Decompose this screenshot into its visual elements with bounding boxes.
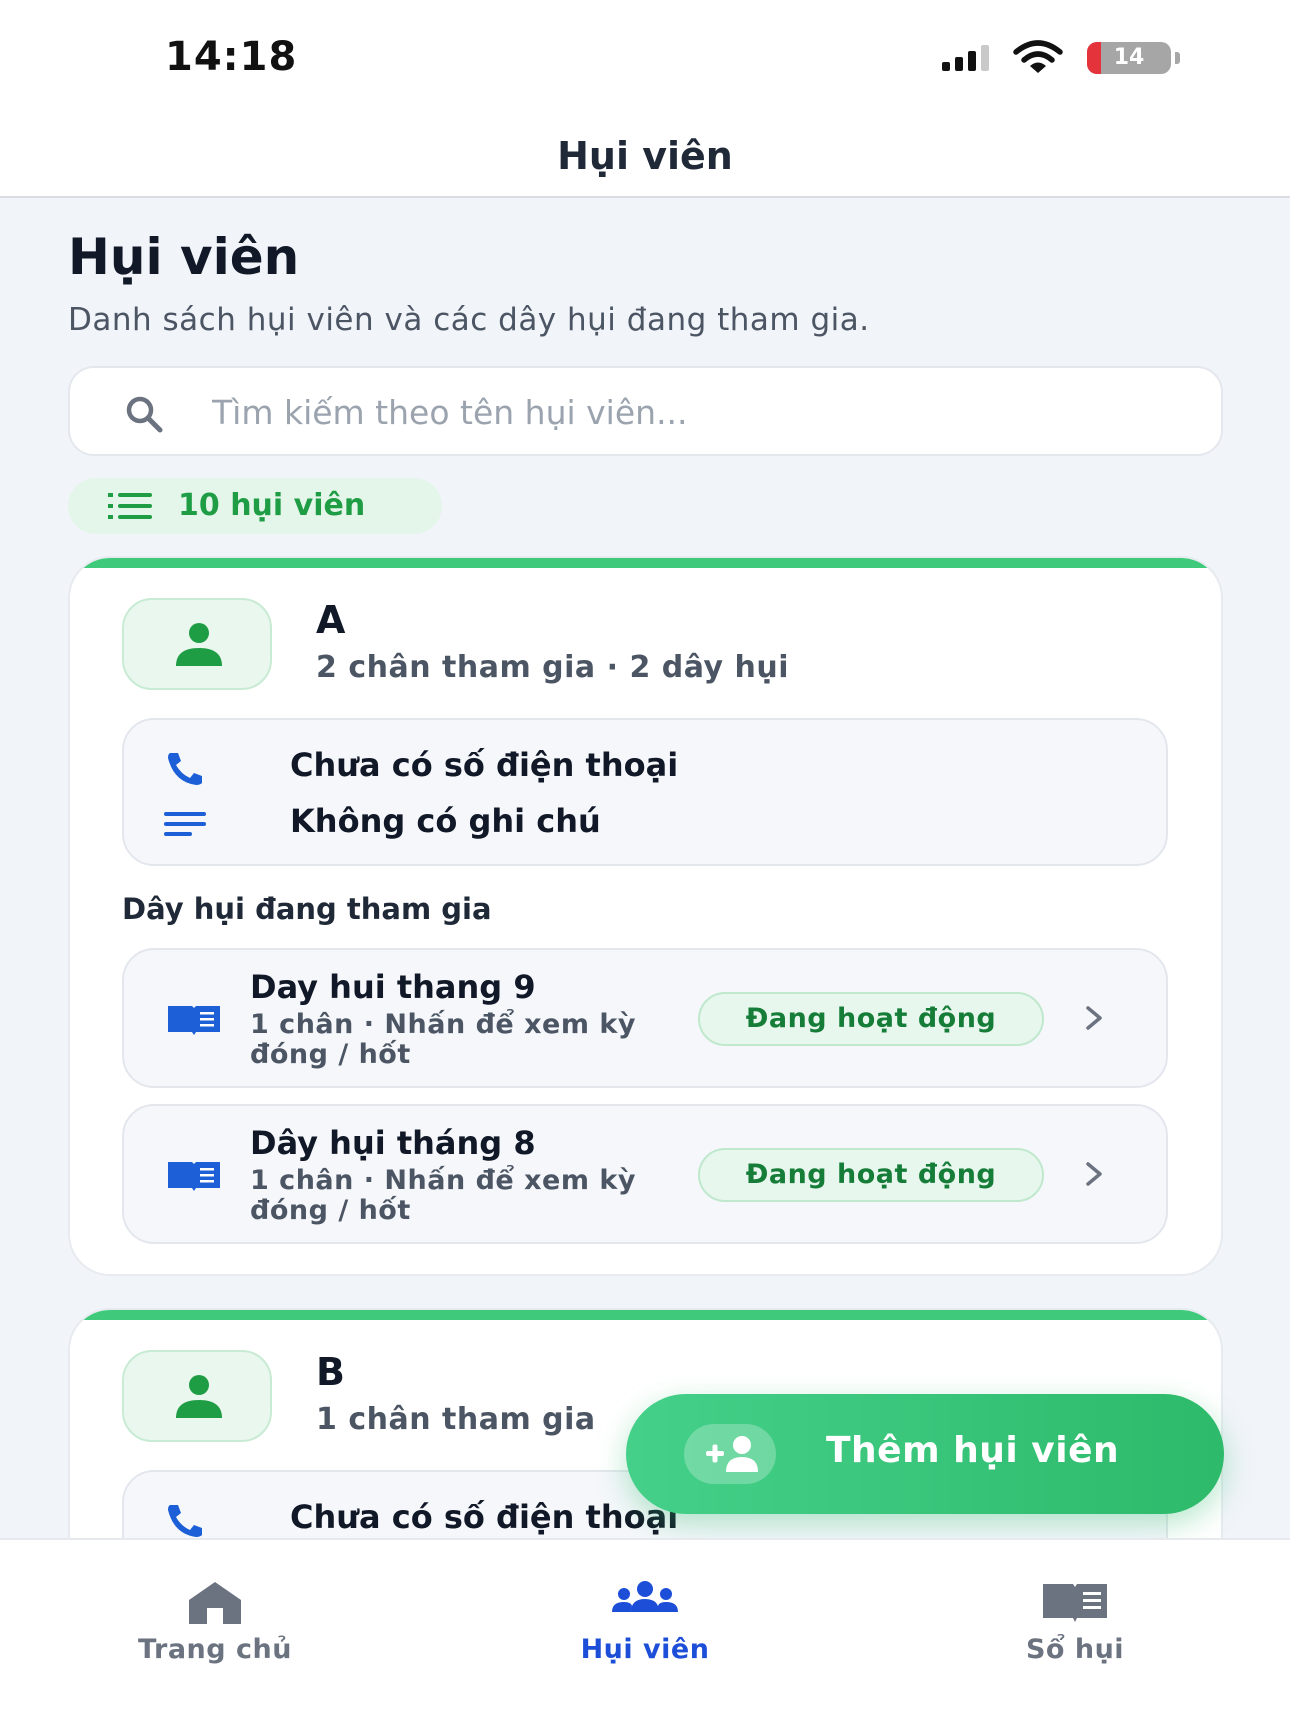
battery-tip xyxy=(1175,52,1180,64)
bottom-tab-bar: Trang chủ Hụi viên Sổ hụi xyxy=(0,1538,1290,1720)
member-count-text: 10 hụi viên xyxy=(178,488,366,523)
search-input[interactable] xyxy=(212,386,1172,438)
group-hint: 1 chân · Nhấn để xem kỳ đóng / hốt xyxy=(250,1165,636,1226)
note-text: Không có ghi chú xyxy=(290,802,601,840)
status-badge: Đang hoạt động xyxy=(698,992,1044,1046)
book-icon xyxy=(168,1162,220,1191)
member-name: B xyxy=(316,1350,345,1394)
book-icon xyxy=(168,1006,220,1035)
notes-icon xyxy=(164,812,206,836)
status-time: 14:18 xyxy=(165,34,298,80)
status-icons: 14 xyxy=(942,40,1180,76)
group-hint: 1 chân · Nhấn để xem kỳ đóng / hốt xyxy=(250,1009,636,1070)
add-member-label: Thêm hụi viên xyxy=(826,1430,1120,1471)
list-icon xyxy=(108,493,152,519)
avatar xyxy=(122,598,272,690)
fab-icon-wrap xyxy=(684,1424,776,1484)
home-icon xyxy=(189,1582,241,1624)
cellular-signal-icon xyxy=(942,45,989,71)
battery-level: 14 xyxy=(1113,45,1145,70)
members-icon xyxy=(612,1581,678,1612)
book-icon xyxy=(1043,1584,1107,1622)
group-name: Dây hụi tháng 8 xyxy=(250,1124,536,1162)
phone-text: Chưa có số điện thoại xyxy=(290,1498,679,1536)
person-icon xyxy=(176,623,222,666)
phone-text: Chưa có số điện thoại xyxy=(290,746,679,784)
tab-label: Trang chủ xyxy=(138,1634,292,1665)
group-item[interactable]: Day hui thang 9 1 chân · Nhấn để xem kỳ … xyxy=(122,948,1168,1088)
page-title: Hụi viên xyxy=(68,228,300,286)
tab-label: Sổ hụi xyxy=(1025,1634,1125,1665)
avatar xyxy=(122,1350,272,1442)
phone-icon xyxy=(168,753,202,785)
tab-home[interactable]: Trang chủ xyxy=(65,1572,365,1682)
member-meta: 1 chân tham gia xyxy=(316,1402,596,1437)
battery-icon: 14 xyxy=(1087,42,1171,74)
wifi-icon xyxy=(1013,40,1063,73)
nav-header: Hụi viên xyxy=(0,110,1290,198)
person-icon xyxy=(176,1375,222,1418)
chevron-right-icon xyxy=(1086,1006,1102,1030)
member-meta: 2 chân tham gia · 2 dây hụi xyxy=(316,650,790,685)
nav-title: Hụi viên xyxy=(557,134,733,178)
add-person-icon xyxy=(706,1436,758,1472)
group-item[interactable]: Dây hụi tháng 8 1 chân · Nhấn để xem kỳ … xyxy=(122,1104,1168,1244)
member-info-box: Chưa có số điện thoại Không có ghi chú xyxy=(122,718,1168,866)
member-name: A xyxy=(316,598,346,642)
phone-icon xyxy=(168,1505,202,1537)
add-member-button[interactable]: Thêm hụi viên xyxy=(626,1394,1224,1514)
status-bar: 14:18 14 xyxy=(0,0,1290,110)
member-card[interactable]: A 2 chân tham gia · 2 dây hụi Chưa có số… xyxy=(68,556,1223,1276)
card-accent-bar xyxy=(70,558,1221,568)
search-icon xyxy=(126,396,163,433)
member-count-badge: 10 hụi viên xyxy=(68,478,442,534)
tab-book[interactable]: Sổ hụi xyxy=(925,1572,1225,1682)
status-badge: Đang hoạt động xyxy=(698,1148,1044,1202)
group-name: Day hui thang 9 xyxy=(250,968,536,1006)
tab-members[interactable]: Hụi viên xyxy=(495,1572,795,1682)
chevron-right-icon xyxy=(1086,1162,1102,1186)
section-label: Dây hụi đang tham gia xyxy=(122,892,492,926)
tab-label: Hụi viên xyxy=(580,1634,710,1665)
page-subtitle: Danh sách hụi viên và các dây hụi đang t… xyxy=(68,302,870,338)
card-accent-bar xyxy=(70,1310,1221,1320)
search-bar[interactable] xyxy=(68,366,1223,456)
